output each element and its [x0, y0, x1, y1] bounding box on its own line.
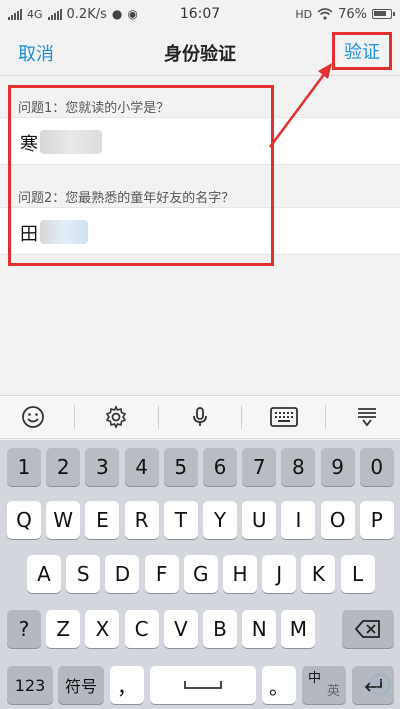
wifi-icon — [317, 8, 333, 20]
key-g[interactable]: G — [183, 555, 218, 593]
key-p[interactable]: P — [359, 501, 394, 539]
network-type: 4G — [27, 7, 43, 21]
key-y[interactable]: Y — [203, 501, 237, 539]
enter-key[interactable] — [352, 666, 394, 704]
toolbar-divider — [241, 405, 243, 429]
symbol-key[interactable]: 符号 — [58, 666, 104, 704]
question-1-label: 问题1：您就读的小学是？ — [18, 101, 170, 116]
key-u[interactable]: U — [242, 501, 277, 539]
key-l[interactable]: L — [340, 555, 375, 593]
key-a[interactable]: A — [27, 555, 61, 593]
key-o[interactable]: O — [320, 501, 355, 539]
backspace-icon — [355, 620, 380, 638]
key-x[interactable]: X — [85, 610, 120, 648]
key-8[interactable]: 8 — [281, 448, 316, 486]
notification-icon: ◉ — [127, 7, 138, 21]
battery-percent: 76% — [338, 6, 367, 22]
question-2-label: 问题2：您最熟悉的童年好友的名字？ — [18, 191, 235, 206]
period-key[interactable]: 。 — [262, 666, 296, 704]
collapse-keyboard-icon[interactable] — [343, 399, 391, 435]
keyboard: 1234567890 QWERTYUIOP ASDFGHJKL ? Z X C V B N M… — [0, 440, 400, 709]
answer-2-text: 田 — [20, 224, 38, 245]
key-s[interactable]: S — [66, 555, 101, 593]
key-r[interactable]: R — [124, 501, 159, 539]
signal-icon-2 — [47, 8, 62, 20]
key-c[interactable]: C — [124, 610, 159, 648]
key-d[interactable]: D — [105, 555, 140, 593]
redacted-blur — [40, 130, 102, 154]
key-h[interactable]: H — [223, 555, 257, 593]
settings-icon[interactable] — [92, 399, 140, 435]
redacted-blur — [40, 220, 88, 244]
key-n[interactable]: N — [242, 610, 277, 648]
numeric-key[interactable]: 123 — [7, 666, 53, 704]
microphone-icon[interactable] — [176, 399, 224, 435]
language-switch-key[interactable]: 中 英 — [302, 666, 346, 704]
toolbar-divider — [324, 405, 326, 429]
signal-icon — [8, 8, 22, 20]
key-j[interactable]: J — [262, 555, 297, 593]
emoji-icon[interactable] — [9, 399, 57, 435]
security-questions: 问题1：您就读的小学是？ 寒 问题2：您最熟悉的童年好友的名字？ 田 — [0, 77, 400, 395]
lang-english-label: 英 — [326, 684, 340, 699]
comma-key[interactable]: ， — [110, 666, 144, 704]
verify-highlight-box: 验证 — [332, 32, 392, 70]
key-5[interactable]: 5 — [163, 448, 198, 486]
key-2[interactable]: 2 — [46, 448, 81, 486]
key-v[interactable]: V — [163, 610, 198, 648]
key-1[interactable]: 1 — [7, 448, 41, 486]
key-b[interactable]: B — [203, 610, 237, 648]
backspace-key[interactable] — [342, 610, 394, 648]
answer-1-text: 寒 — [20, 134, 38, 155]
key-question-mark[interactable]: ? — [7, 610, 41, 648]
network-speed: 0.2K/s — [66, 6, 107, 22]
key-3[interactable]: 3 — [85, 448, 120, 486]
key-w[interactable]: W — [46, 501, 81, 539]
lang-chinese-label: 中 — [308, 671, 322, 686]
wechat-icon: ● — [111, 7, 123, 21]
keyboard-toolbar — [0, 395, 400, 439]
verify-button[interactable]: 验证 — [344, 38, 380, 64]
enter-icon — [364, 679, 382, 692]
key-e[interactable]: E — [85, 501, 120, 539]
answer-2-field[interactable]: 田 — [0, 207, 400, 255]
key-i[interactable]: I — [281, 501, 316, 539]
key-7[interactable]: 7 — [242, 448, 277, 486]
keyboard-icon[interactable] — [260, 399, 308, 435]
key-6[interactable]: 6 — [203, 448, 237, 486]
key-t[interactable]: T — [163, 501, 198, 539]
key-z[interactable]: Z — [46, 610, 81, 648]
answer-1-field[interactable]: 寒 — [0, 117, 400, 165]
key-f[interactable]: F — [144, 555, 179, 593]
hd-indicator: HD — [295, 7, 313, 21]
status-bar: 4G 0.2K/s ● ◉ 16:07 HD 76% — [0, 0, 400, 28]
nav-bar: 取消 身份验证 验证 — [0, 28, 400, 76]
key-m[interactable]: M — [281, 610, 316, 648]
toolbar-divider — [157, 405, 159, 429]
battery-icon — [372, 9, 395, 19]
key-q[interactable]: Q — [7, 501, 41, 539]
key-0[interactable]: 0 — [359, 448, 394, 486]
space-key[interactable] — [150, 666, 256, 704]
key-k[interactable]: K — [301, 555, 336, 593]
key-9[interactable]: 9 — [320, 448, 355, 486]
key-4[interactable]: 4 — [124, 448, 159, 486]
toolbar-divider — [73, 405, 75, 429]
